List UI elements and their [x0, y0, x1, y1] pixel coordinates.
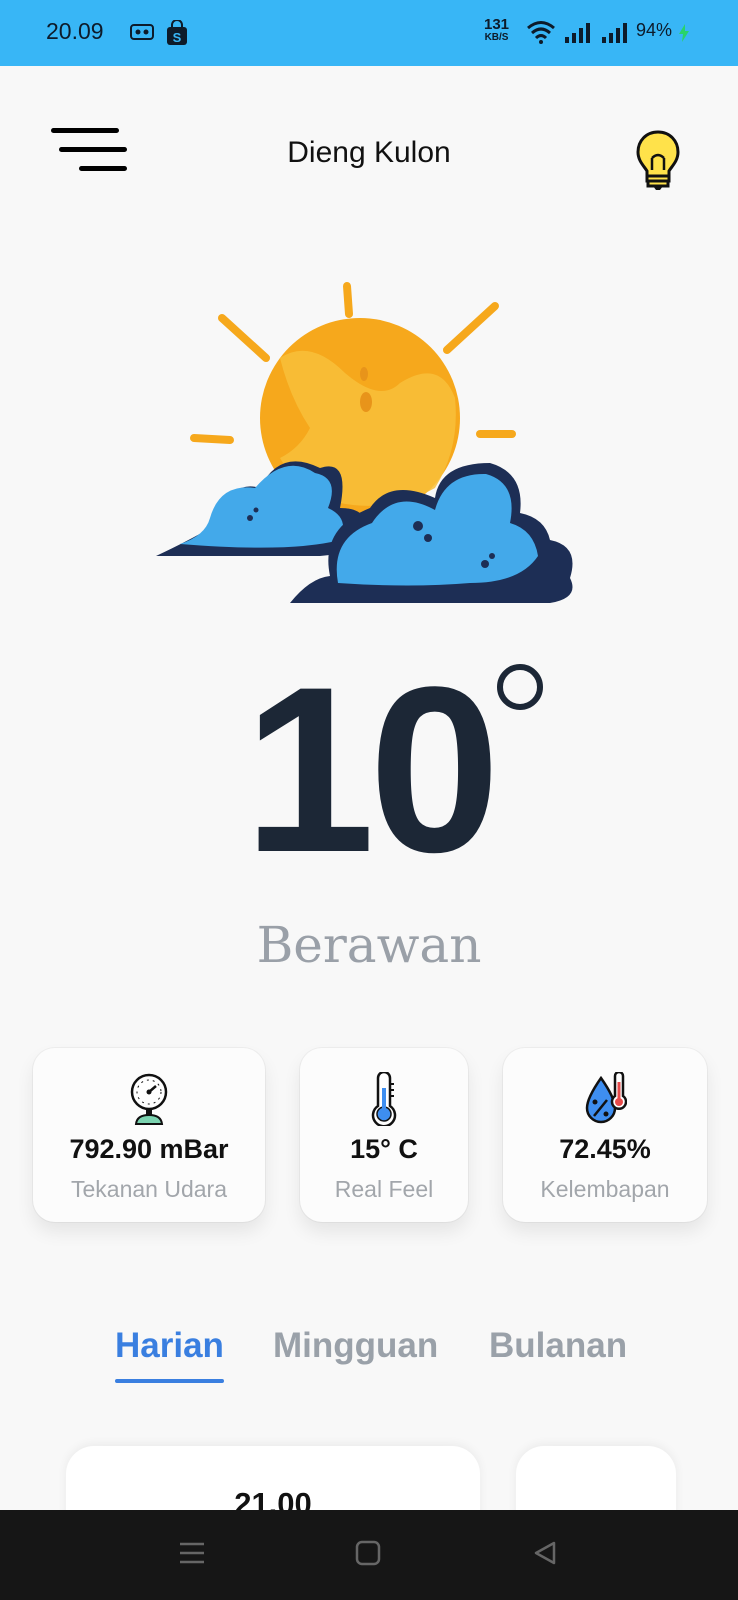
recent-apps-icon[interactable]: [178, 1540, 206, 1566]
humidity-label: Kelembapan: [540, 1176, 670, 1202]
status-time: 20.09: [46, 18, 104, 44]
degree-symbol-icon: [497, 664, 543, 710]
active-tab-indicator: [115, 1379, 224, 1383]
shopping-bag-icon: S: [167, 20, 187, 45]
system-nav-bar: [0, 1510, 738, 1600]
weather-condition: Berawan: [256, 916, 482, 974]
pressure-label: Tekanan Udara: [71, 1176, 227, 1202]
charging-icon: [679, 24, 689, 42]
barometer-icon: [130, 1073, 168, 1125]
sun-behind-clouds-icon: [156, 282, 573, 603]
stat-card-real-feel: 15° C Real Feel: [300, 1048, 468, 1222]
app-header: Dieng Kulon: [0, 66, 738, 196]
stat-card-humidity: 72.45% Kelembapan: [503, 1048, 707, 1222]
signal-icon: [565, 23, 590, 43]
stat-card-pressure: 792.90 mBar Tekanan Udara: [33, 1048, 265, 1222]
humidity-value: 72.45%: [559, 1134, 651, 1164]
voicemail-icon: [130, 24, 154, 40]
wifi-icon: [527, 21, 555, 44]
network-speed-unit: KB/S: [484, 32, 509, 43]
real-feel-label: Real Feel: [334, 1176, 434, 1202]
network-speed: 131 KB/S: [484, 17, 509, 43]
lightbulb-icon[interactable]: [636, 130, 680, 192]
tab-mingguan[interactable]: Mingguan: [273, 1326, 438, 1366]
home-icon[interactable]: [355, 1540, 381, 1566]
svg-text:S: S: [173, 30, 182, 45]
battery-percent: 94%: [636, 20, 673, 40]
period-tabs: Harian Mingguan Bulanan: [0, 1326, 738, 1386]
real-feel-value: 15° C: [350, 1134, 418, 1164]
status-bar: 20.09 S 131 KB/S 94%: [0, 0, 738, 66]
current-temperature: 10: [243, 638, 501, 902]
page-title: Dieng Kulon: [287, 136, 451, 169]
thermometer-icon: [371, 1072, 397, 1126]
humidity-icon: [585, 1072, 627, 1124]
pressure-value: 792.90 mBar: [69, 1134, 229, 1164]
tab-harian[interactable]: Harian: [115, 1326, 224, 1366]
tab-bulanan[interactable]: Bulanan: [489, 1326, 627, 1366]
signal-icon: [602, 23, 627, 43]
network-speed-value: 131: [484, 16, 510, 33]
back-icon[interactable]: [532, 1540, 558, 1566]
